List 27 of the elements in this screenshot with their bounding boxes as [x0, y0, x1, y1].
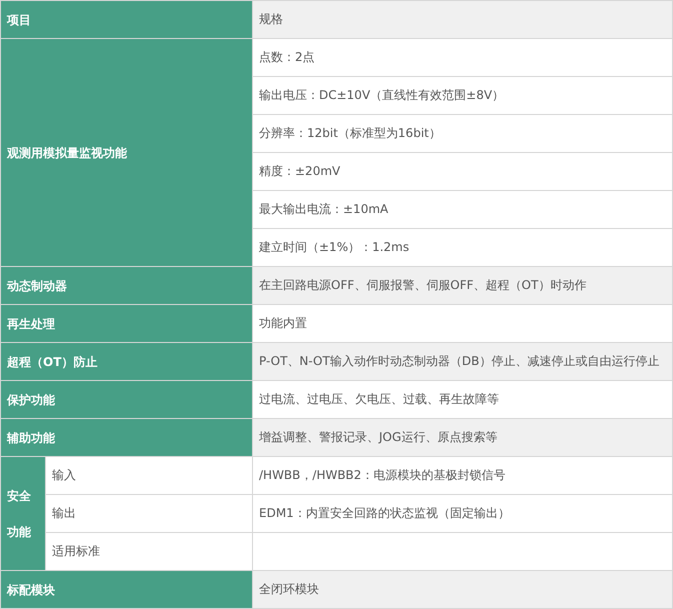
group-label: 辅助功能 [0, 418, 252, 456]
spec-cell: 功能内置 [252, 304, 672, 342]
column-header: 项目 [0, 0, 252, 38]
group-label: 观测用模拟量监视功能 [0, 38, 252, 266]
spec-cell: 全闭环模块 [252, 570, 672, 608]
group-label: 标配模块 [0, 570, 252, 608]
spec-cell: 过电流、过电压、欠电压、过载、再生故障等 [252, 380, 672, 418]
spec-cell: 输出电压：DC±10V（直线性有效范围±8V） [252, 76, 672, 114]
spec-cell: 在主回路电源OFF、伺服报警、伺服OFF、超程（OT）时动作 [252, 266, 672, 304]
spec-cell: 精度：±20mV [252, 152, 672, 190]
spec-cell: 点数：2点 [252, 38, 672, 76]
group-label: 保护功能 [0, 380, 252, 418]
sub-label: 输入 [46, 456, 252, 494]
spec-cell: EDM1：内置安全回路的状态监视（固定输出） [252, 494, 672, 532]
sub-label: 适用标准 [46, 532, 252, 570]
sub-label: 输出 [46, 494, 252, 532]
spec-cell: 分辨率：12bit（标准型为16bit） [252, 114, 672, 152]
group-label: 超程（OT）防止 [0, 342, 252, 380]
group-label: 安全功能 [0, 456, 46, 570]
spec-cell: 最大输出电流：±10mA [252, 190, 672, 228]
spec-cell: P-OT、N-OT输入动作时动态制动器（DB）停止、减速停止或自由运行停止 [252, 342, 672, 380]
group-label: 再生处理 [0, 304, 252, 342]
spec-cell: 增益调整、警报记录、JOG运行、原点搜索等 [252, 418, 672, 456]
spec-cell: /HWBB，/HWBB2：电源模块的基极封锁信号 [252, 456, 672, 494]
group-label: 动态制动器 [0, 266, 252, 304]
column-header: 规格 [252, 0, 672, 38]
spec-cell: 建立时间（±1%）：1.2ms [252, 228, 672, 266]
